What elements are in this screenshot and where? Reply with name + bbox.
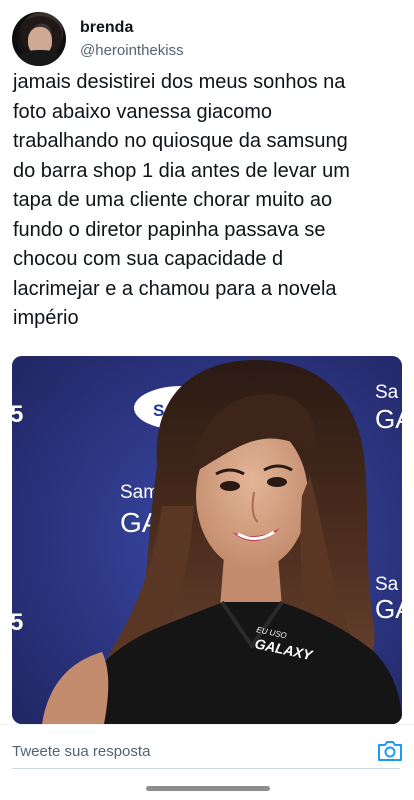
avatar-shirt <box>16 50 64 66</box>
backdrop-text: GA <box>375 594 402 624</box>
author-handle[interactable]: @herointhekiss <box>80 42 184 61</box>
author-names: brenda @herointhekiss <box>80 18 184 61</box>
tweet-text-line: chocou com sua capacidade d <box>13 248 284 270</box>
backdrop-text: Sa <box>375 382 399 403</box>
photo-illustration: 5 5 SAM Sams GAL Sa GA Sa GA <box>12 356 402 724</box>
tweet-text: jamais desistirei dos meus sonhos na fot… <box>13 68 405 334</box>
tweet-text-line: império <box>13 307 79 329</box>
tweet-text-line: fundo o diretor papinha passava se <box>13 218 326 241</box>
avatar[interactable] <box>12 12 66 66</box>
backdrop-text: GA <box>375 404 402 434</box>
tweet-text-line: trabalhando no quiosque da samsung <box>13 130 348 152</box>
home-indicator[interactable] <box>146 786 270 791</box>
backdrop-text: Sa <box>375 574 399 595</box>
eye-left <box>220 481 240 491</box>
tweet-text-line: do barra shop 1 dia antes de levar um <box>13 159 350 182</box>
reply-input[interactable]: Tweete sua resposta <box>12 743 150 760</box>
eye-right <box>267 477 287 487</box>
tweet-photo[interactable]: 5 5 SAM Sams GAL Sa GA Sa GA <box>12 356 402 724</box>
backdrop-text: 5 <box>12 401 23 428</box>
backdrop-text: 5 <box>12 609 23 636</box>
camera-icon[interactable] <box>376 738 404 764</box>
tweet-header: brenda @herointhekiss <box>12 12 184 66</box>
author-display-name[interactable]: brenda <box>80 18 184 38</box>
tweet-text-line: jamais desistirei dos meus sonhos na <box>13 71 346 93</box>
reply-underline <box>12 768 400 769</box>
reply-bar: Tweete sua resposta <box>0 724 414 781</box>
tweet-text-line: foto abaixo vanessa giacomo <box>13 100 273 123</box>
tweet-page: brenda @herointhekiss jamais desistirei … <box>0 0 414 800</box>
tweet-text-line: lacrimejar e a chamou para a novela <box>13 277 337 300</box>
tweet-text-line: tapa de uma cliente chorar muito ao <box>13 189 333 211</box>
